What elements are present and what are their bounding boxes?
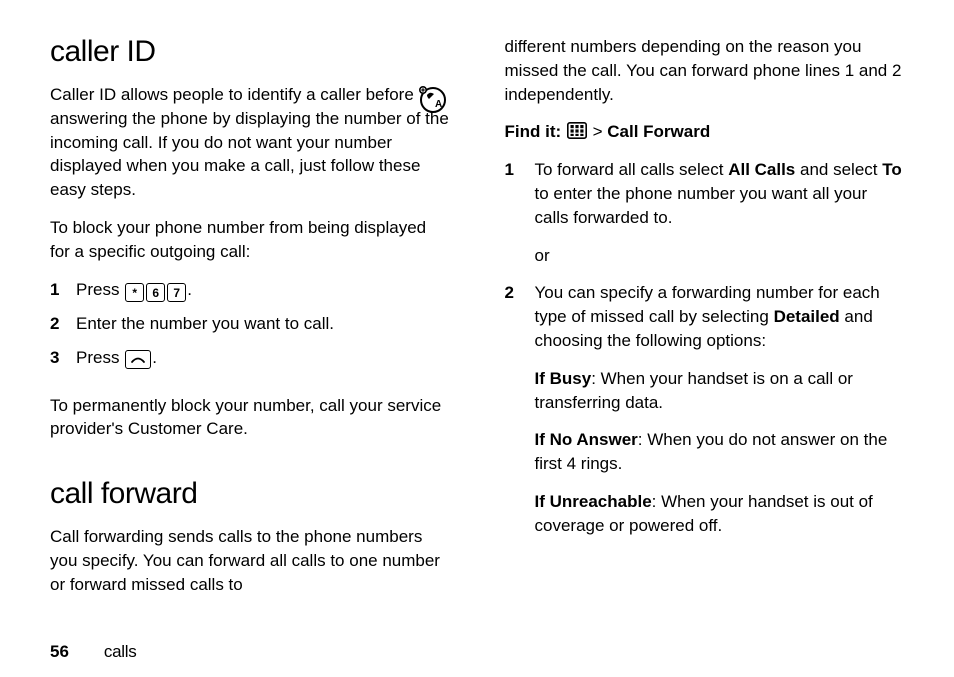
key-7-icon: 7 <box>167 283 186 302</box>
forward-step-1: To forward all calls select All Calls an… <box>505 158 905 267</box>
call-forward-intro: Call forwarding sends calls to the phone… <box>50 525 450 596</box>
find-it-line: Find it: > Call Forward <box>505 120 905 144</box>
block-step-3: Press . <box>50 346 450 370</box>
caller-id-heading: caller ID <box>50 35 450 69</box>
find-it-item: Call Forward <box>607 122 710 141</box>
forward-step-or: or <box>535 244 905 268</box>
page-columns: caller ID A Caller ID allows people to i… <box>50 35 904 624</box>
block-step-1: Press *67. <box>50 278 450 303</box>
block-steps: Press *67. Enter the number you want to … <box>50 278 450 380</box>
contact-a-icon: A <box>418 85 448 120</box>
key-6-icon: 6 <box>146 283 165 302</box>
if-unreachable-option: If Unreachable: When your handset is out… <box>535 490 905 538</box>
right-column: different numbers depending on the reaso… <box>505 35 905 624</box>
page-number: 56 <box>50 642 69 662</box>
find-it-label: Find it: <box>505 122 562 141</box>
permanent-block-note: To permanently block your number, call y… <box>50 394 450 442</box>
call-forward-cont: different numbers depending on the reaso… <box>505 35 905 106</box>
call-forward-heading: call forward <box>50 477 450 511</box>
svg-text:A: A <box>435 99 442 110</box>
if-no-answer-option: If No Answer: When you do not answer on … <box>535 428 905 476</box>
page-footer: 56 calls <box>50 642 904 662</box>
block-step-2: Enter the number you want to call. <box>50 312 450 336</box>
caller-id-intro-wrap: A Caller ID allows people to identify a … <box>50 83 450 216</box>
section-name: calls <box>104 642 137 662</box>
if-busy-option: If Busy: When your handset is on a call … <box>535 367 905 415</box>
key-star-icon: * <box>125 283 144 302</box>
block-intro: To block your phone number from being di… <box>50 216 450 264</box>
forward-steps: To forward all calls select All Calls an… <box>505 158 905 551</box>
key-send-icon <box>125 350 151 369</box>
caller-id-intro: Caller ID allows people to identify a ca… <box>50 83 450 202</box>
menu-grid-icon <box>567 122 587 139</box>
left-column: caller ID A Caller ID allows people to i… <box>50 35 450 624</box>
forward-step-2: You can specify a forwarding number for … <box>505 281 905 537</box>
